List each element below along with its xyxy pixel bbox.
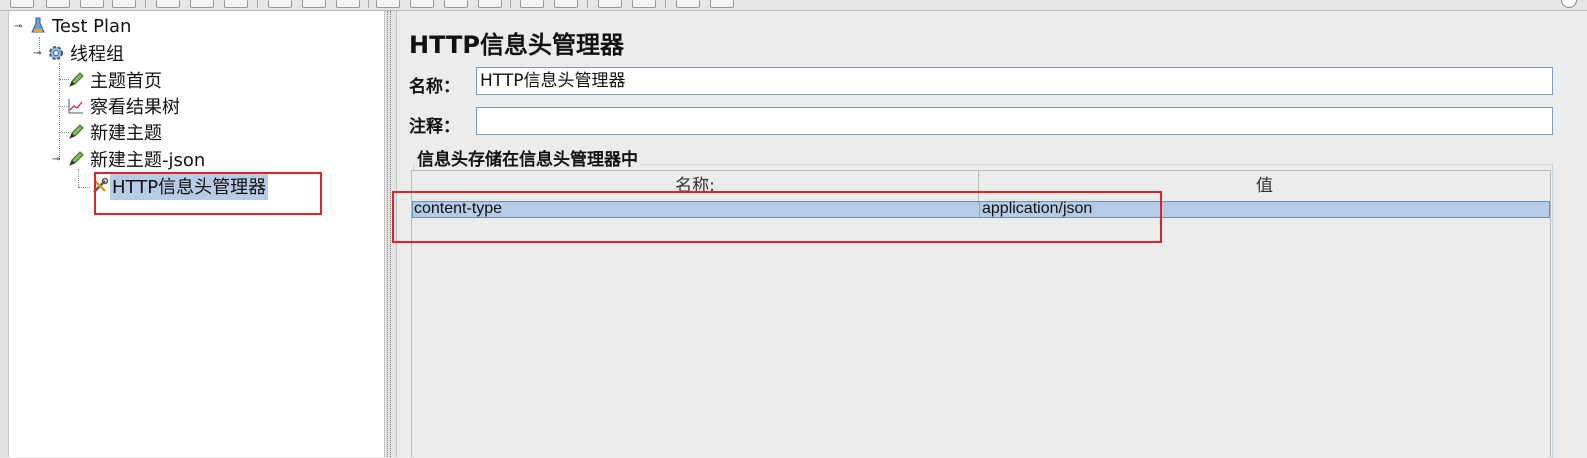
- tree-node-label: 线程组: [70, 44, 124, 65]
- tree-connector: [78, 187, 90, 188]
- tree-node-label: 察看结果树: [90, 97, 180, 118]
- tree-node-result-tree[interactable]: 察看结果树: [67, 94, 182, 118]
- tree-node-sampler[interactable]: 新建主题: [67, 120, 164, 144]
- toolbar-button[interactable]: [676, 0, 700, 8]
- tree-node-label: 新建主题-json: [90, 150, 206, 171]
- toolbar-separator: [257, 0, 258, 8]
- left-gutter: [0, 11, 8, 457]
- splitter-grip: [390, 11, 391, 457]
- comment-label: 注释：: [409, 117, 460, 137]
- toolbar: [0, 0, 1587, 11]
- splitter-grip: [387, 11, 388, 457]
- toolbar-button[interactable]: [224, 0, 248, 8]
- tree-connector: [59, 63, 60, 159]
- toolbar-separator: [665, 0, 666, 8]
- toolbar-separator: [368, 0, 369, 8]
- annotation-box-tree-selection: [94, 172, 322, 215]
- tree-node-sampler-json[interactable]: 新建主题-json: [67, 147, 207, 171]
- chart-icon: [67, 97, 85, 115]
- toolbar-separator: [587, 0, 588, 8]
- toolbar-button[interactable]: [598, 0, 622, 8]
- toolbar-button[interactable]: [478, 0, 502, 8]
- toolbar-button[interactable]: [156, 0, 180, 8]
- toolbar-button[interactable]: [554, 0, 578, 8]
- test-plan-flask-icon: [29, 17, 47, 35]
- toolbar-button[interactable]: [444, 0, 468, 8]
- toolbar-button[interactable]: [336, 0, 360, 8]
- name-label: 名称：: [409, 77, 460, 97]
- toolbar-button[interactable]: [376, 0, 400, 8]
- tree-node-label: 主题首页: [90, 71, 162, 92]
- tree-node-thread-group[interactable]: 线程组: [47, 41, 126, 65]
- gear-icon: [47, 44, 65, 62]
- toolbar-button[interactable]: [10, 0, 34, 8]
- expand-toggle-icon[interactable]: ⊸: [52, 155, 60, 165]
- comment-field[interactable]: [476, 107, 1553, 135]
- toolbar-button[interactable]: [632, 0, 656, 8]
- test-plan-tree[interactable]: ⊸ Test Plan ⊸ 线程组 主题首页 察看结果树 新建主题 ⊸ 新建主题…: [8, 11, 384, 457]
- toolbar-button[interactable]: [190, 0, 214, 8]
- tree-node-sampler[interactable]: 主题首页: [67, 68, 164, 92]
- annotation-box-header-row: [392, 191, 1162, 243]
- toolbar-button[interactable]: [112, 0, 136, 8]
- toolbar-button[interactable]: [80, 0, 104, 8]
- toolbar-separator: [145, 0, 146, 8]
- tree-node-label: 新建主题: [90, 123, 162, 144]
- toolbar-button[interactable]: [520, 0, 544, 8]
- toolbar-button[interactable]: [710, 0, 734, 8]
- toolbar-button[interactable]: [302, 0, 326, 8]
- tree-node-label: Test Plan: [52, 15, 132, 37]
- toolbar-button[interactable]: [268, 0, 292, 8]
- pencil-icon: [67, 150, 85, 168]
- page-title: HTTP信息头管理器: [409, 31, 624, 59]
- pencil-icon: [67, 71, 85, 89]
- name-field[interactable]: HTTP信息头管理器: [476, 67, 1553, 95]
- expand-toggle-icon[interactable]: ⊸: [33, 49, 41, 59]
- pencil-icon: [67, 123, 85, 141]
- toolbar-button[interactable]: [46, 0, 70, 8]
- toolbar-separator: [510, 0, 511, 8]
- warning-icon[interactable]: [1561, 0, 1577, 8]
- tree-node-test-plan[interactable]: Test Plan: [29, 14, 133, 38]
- tree-connector: [78, 169, 79, 187]
- toolbar-button[interactable]: [410, 0, 434, 8]
- expand-toggle-icon[interactable]: ⊸: [14, 22, 22, 32]
- headers-group-title: 信息头存储在信息头管理器中: [415, 145, 640, 170]
